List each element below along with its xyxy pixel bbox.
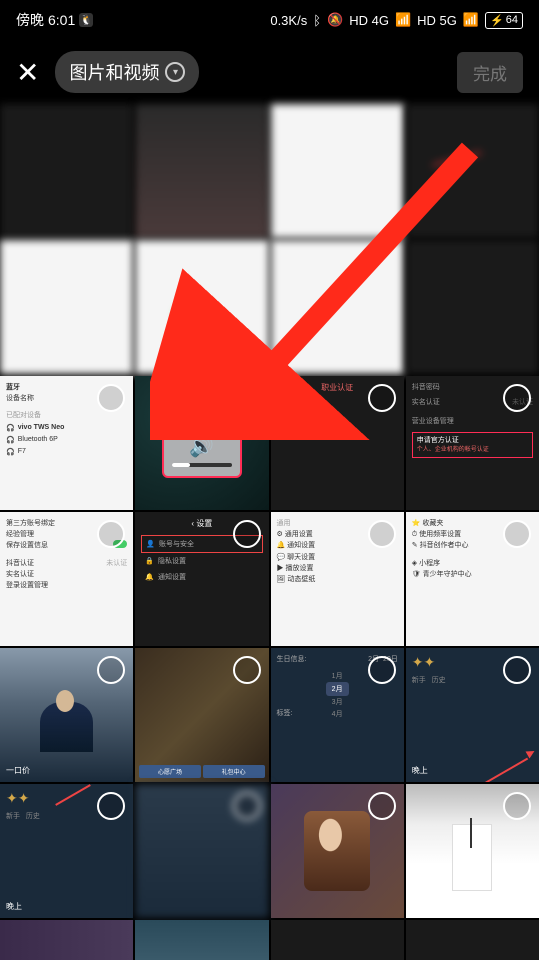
select-circle[interactable] — [233, 520, 261, 548]
select-circle[interactable] — [503, 384, 531, 412]
media-cell[interactable] — [271, 240, 404, 374]
media-cell[interactable] — [406, 920, 539, 960]
time-prefix: 傍晚 — [16, 10, 44, 30]
select-circle[interactable] — [368, 384, 396, 412]
media-cell[interactable]: ✦✦ 新手 历史 晚上 — [406, 648, 539, 782]
media-cell[interactable]: ‹ 设置 👤 账号与安全 🔒 隐私设置 🔔 通知设置 — [135, 512, 268, 646]
signal-2: HD 5G — [417, 13, 457, 28]
volume-slider — [172, 463, 232, 467]
signal-bars-1: 📶 — [395, 12, 411, 28]
media-cell[interactable]: 蓝牙 设备名称 已配对设备 🎧 vivo TWS Neo 🎧 Bluetooth… — [0, 376, 133, 510]
media-cell[interactable] — [406, 104, 539, 238]
speaker-icon: 🔊 — [189, 434, 214, 459]
select-circle[interactable] — [368, 520, 396, 548]
signal-1: HD 4G — [349, 13, 389, 28]
select-circle[interactable] — [233, 792, 261, 820]
media-cell[interactable]: 音量 🔊 — [135, 376, 268, 510]
net-speed: 0.3K/s — [270, 13, 307, 28]
qq-icon: 🐧 — [79, 13, 93, 27]
select-circle[interactable] — [233, 656, 261, 684]
select-circle[interactable] — [503, 792, 531, 820]
media-cell[interactable]: 心愿广场 礼包中心 — [135, 648, 268, 782]
volume-popup: 音量 🔊 — [162, 408, 242, 478]
media-cell[interactable] — [0, 240, 133, 374]
media-cell[interactable]: 一口价 — [0, 648, 133, 782]
media-cell[interactable] — [135, 104, 268, 238]
status-bar: 傍晚 6:01 🐧 0.3K/s ᛒ 🔕 HD 4G 📶 HD 5G 📶 ⚡64 — [0, 0, 539, 40]
media-cell[interactable] — [0, 920, 133, 960]
media-cell[interactable] — [271, 920, 404, 960]
select-circle[interactable] — [368, 792, 396, 820]
media-cell[interactable]: 通用 ⚙ 通用设置 🔔 通知设置 💬 聊天设置 ▶ 播放设置 🖼 动态壁纸 — [271, 512, 404, 646]
media-cell[interactable]: ✦✦ 新手 历史 晚上 — [0, 784, 133, 918]
select-circle[interactable] — [233, 384, 261, 412]
bluetooth-icon: ᛒ — [313, 13, 321, 28]
media-cell[interactable] — [406, 240, 539, 374]
time: 6:01 — [48, 12, 75, 28]
done-button[interactable]: 完成 — [457, 52, 523, 93]
media-cell[interactable] — [0, 104, 133, 238]
chevron-down-icon: ▾ — [165, 62, 185, 82]
select-circle[interactable] — [97, 656, 125, 684]
media-cell[interactable] — [271, 104, 404, 238]
media-cell[interactable] — [135, 920, 268, 960]
media-cell[interactable]: ⭐ 收藏夹 ⏱ 使用频率设置 ✎ 抖音创作者中心 ◈ 小程序 🛡 青少年守护中心 — [406, 512, 539, 646]
filter-label: 图片和视频 — [69, 59, 159, 85]
media-filter-dropdown[interactable]: 图片和视频 ▾ — [55, 51, 199, 93]
dnd-icon: 🔕 — [327, 12, 343, 28]
select-circle[interactable] — [368, 656, 396, 684]
media-cell[interactable] — [406, 784, 539, 918]
media-cell[interactable] — [271, 784, 404, 918]
media-cell[interactable] — [135, 784, 268, 918]
media-cell[interactable]: 第三方账号绑定 经验管理 保存设置信息 抖音认证未认证 实名认证 登录设置管理 — [0, 512, 133, 646]
picker-header: ✕ 图片和视频 ▾ 完成 — [0, 40, 539, 104]
battery-indicator: ⚡64 — [485, 12, 523, 29]
signal-bars-2: 📶 — [463, 12, 479, 28]
media-grid: 蓝牙 设备名称 已配对设备 🎧 vivo TWS Neo 🎧 Bluetooth… — [0, 104, 539, 960]
select-circle[interactable] — [503, 656, 531, 684]
select-circle[interactable] — [503, 520, 531, 548]
media-cell[interactable] — [135, 240, 268, 374]
media-cell[interactable]: 职业认证 ———— ———— ———— — [271, 376, 404, 510]
media-cell[interactable]: 生日信息: 2月 20日 1月 2月 3月 4月 标签: — [271, 648, 404, 782]
media-cell[interactable]: 抖音密码 实名认证未认证 营业设备管理 申请官方认证 个人、企业机构的帐号认证 — [406, 376, 539, 510]
close-button[interactable]: ✕ — [16, 56, 39, 89]
